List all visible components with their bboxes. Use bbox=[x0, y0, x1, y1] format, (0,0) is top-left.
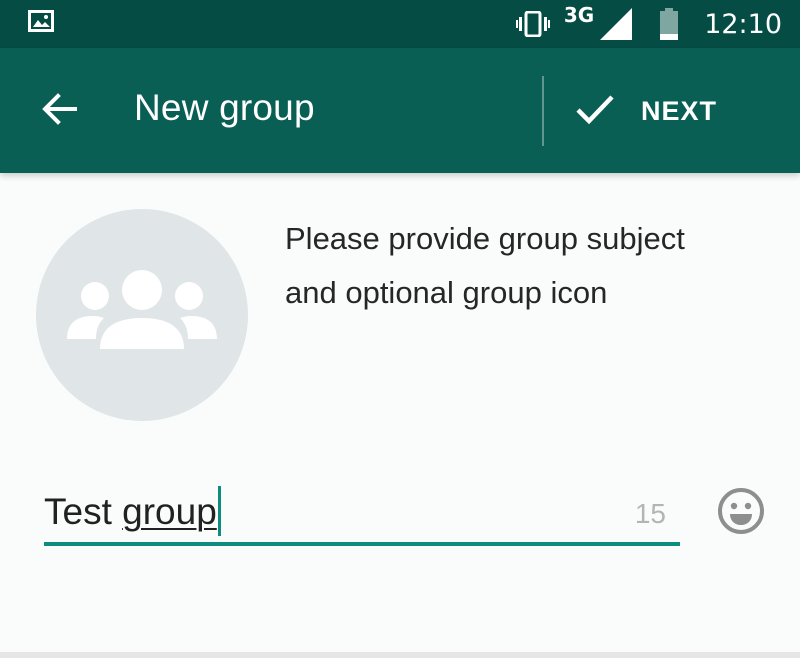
back-button[interactable] bbox=[28, 80, 90, 142]
group-icon-picker[interactable] bbox=[36, 209, 248, 421]
vibrate-icon bbox=[515, 11, 550, 37]
clock: 12:10 bbox=[704, 8, 782, 40]
subject-value: Test group bbox=[44, 484, 221, 540]
instruction-text: Please provide group subject and optiona… bbox=[285, 212, 765, 320]
emoji-button[interactable] bbox=[716, 488, 766, 538]
page-title: New group bbox=[134, 87, 315, 128]
bottom-divider bbox=[0, 652, 800, 658]
status-bar: 3G 12:10 bbox=[0, 0, 800, 48]
check-icon bbox=[575, 93, 615, 129]
battery-icon bbox=[660, 8, 679, 40]
smiley-icon bbox=[717, 487, 765, 539]
instruction-line-1: Please provide group subject bbox=[285, 221, 685, 256]
input-underline bbox=[44, 542, 680, 546]
group-icon bbox=[67, 263, 217, 367]
back-arrow-icon bbox=[41, 93, 77, 129]
next-button[interactable]: NEXT bbox=[575, 81, 753, 141]
instruction-line-2: and optional group icon bbox=[285, 275, 608, 310]
text-cursor bbox=[217, 486, 221, 536]
toolbar-divider bbox=[542, 76, 544, 146]
image-notification-icon bbox=[28, 10, 54, 32]
subject-word-2: group bbox=[122, 491, 217, 532]
subject-word-1: Test bbox=[44, 491, 123, 532]
remaining-char-counter: 15 bbox=[634, 498, 666, 529]
next-label: NEXT bbox=[641, 95, 718, 126]
signal-icon bbox=[600, 8, 633, 40]
network-type-label: 3G bbox=[563, 3, 595, 27]
group-subject-input[interactable]: Test group 15 bbox=[44, 484, 680, 546]
app-bar: New group NEXT bbox=[0, 48, 800, 173]
